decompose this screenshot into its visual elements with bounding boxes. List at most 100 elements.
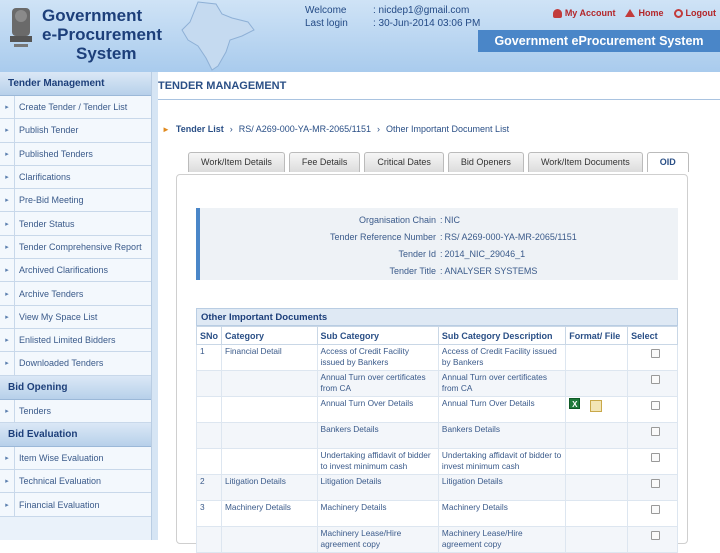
cell-select (627, 474, 678, 501)
select-checkbox[interactable] (651, 479, 661, 488)
table-row: 1 Financial Detail Access of Credit Facili… (196, 344, 678, 371)
cell-cat (221, 448, 318, 475)
home-label: Home (638, 8, 664, 18)
breadcrumb-root[interactable]: Tender List (176, 124, 224, 134)
info-label: Tender Id (398, 248, 436, 259)
select-checkbox[interactable] (651, 505, 661, 514)
logout-link[interactable]: Logout (673, 8, 716, 18)
tab-bid-openers[interactable]: Bid Openers (447, 152, 524, 172)
cell-sub: Annual Turn over certificates from CA (316, 370, 439, 397)
sidebar-item[interactable]: ▸ Publish Tender (0, 119, 151, 143)
my-account-label: My Account (564, 8, 616, 18)
signature-icon[interactable] (590, 400, 603, 412)
sidebar-arrow-icon: ▸ (5, 455, 9, 462)
sidebar-arrow-icon: ▸ (5, 174, 9, 182)
tab-work-item-details[interactable]: Work/Item Details (188, 152, 285, 172)
cell-file (565, 474, 629, 501)
select-checkbox[interactable] (651, 531, 661, 540)
my-account-link[interactable]: My Account (552, 8, 616, 18)
cell-sub: Bankers Details (316, 422, 439, 449)
cell-cat: Litigation Details (221, 474, 318, 501)
select-checkbox[interactable] (651, 453, 661, 462)
cell-sno (196, 370, 222, 397)
sidebar-item[interactable]: ▸ Item Wise Evaluation (0, 446, 151, 471)
sidebar-item[interactable]: ▸ Archived Clarifications (0, 259, 151, 283)
sidebar-item[interactable]: ▸ Clarifications (0, 165, 151, 190)
oid-title: Other Important Documents (196, 308, 678, 326)
info-label: Tender Reference Number (329, 231, 436, 242)
sidebar-item-label: Publish Tender (14, 119, 78, 142)
select-checkbox[interactable] (651, 427, 661, 436)
user-icon (552, 8, 562, 18)
column-header: Sub Category Description (437, 326, 567, 345)
logo-line-1: Government (42, 6, 143, 25)
site-logo[interactable]: Government e-Procurement System (42, 6, 162, 63)
tab-bar: Work/Item Details Fee Details Critical Dat… (188, 152, 689, 172)
select-checkbox[interactable] (651, 401, 661, 410)
tab-oid[interactable]: OID (646, 152, 689, 172)
select-checkbox[interactable] (651, 375, 661, 384)
sidebar: Tender Management ▸ Create Tender / Tender… (0, 72, 152, 540)
cell-select (627, 422, 678, 449)
table-row: Annual Turn over certificates from CA Ann… (196, 370, 678, 397)
column-header: Category (221, 326, 318, 345)
cell-cat: Machinery Details (221, 500, 318, 527)
tab-critical-dates[interactable]: Critical Dates (364, 152, 444, 172)
sidebar-item-label: Published Tenders (14, 142, 93, 165)
cell-desc: Undertaking affidavit of bidder to inves… (437, 448, 567, 475)
cell-cat (221, 396, 318, 423)
sidebar-item[interactable]: ▸ Tender Comprehensive Report (0, 235, 151, 260)
breadcrumb-ref[interactable]: RS/ A269-000-YA-MR-2065/1151 (239, 124, 371, 134)
sidebar-item-label: Tender Comprehensive Report (14, 235, 142, 259)
info-value: 2014_NIC_29046_1 (444, 248, 526, 259)
table-row: Annual Turn Over Details Annual Turn Over… (196, 396, 678, 423)
sidebar-item[interactable]: ▸ Tender Status (0, 212, 151, 236)
select-checkbox[interactable] (651, 349, 661, 358)
info-row: Organisation Chain: NIC (200, 211, 678, 228)
oid-section: Other Important Documents SNo Category Sub… (196, 308, 678, 553)
table-row: Bankers Details Bankers Details (196, 422, 678, 449)
system-banner: Government eProcurement System (478, 30, 720, 52)
sidebar-item[interactable]: ▸ Enlisted Limited Bidders (0, 328, 151, 353)
sidebar-item[interactable]: ▸ Tenders (0, 399, 151, 423)
sidebar-arrow-icon: ▸ (5, 127, 9, 135)
sidebar-item[interactable]: ▸ Technical Evaluation (0, 470, 151, 494)
sidebar-item[interactable]: ▸ Pre-Bid Meeting (0, 189, 151, 213)
tab-work-item-documents[interactable]: Work/Item Documents (527, 152, 643, 172)
table-row: 3 Machinery Details Machinery Details Machi… (196, 500, 678, 527)
cell-desc: Bankers Details (437, 422, 567, 449)
sidebar-section-title[interactable]: Tender Management (0, 72, 151, 96)
tab-fee-details[interactable]: Fee Details (288, 152, 361, 172)
excel-file-icon[interactable]: X (569, 398, 581, 409)
cell-sno (196, 396, 222, 423)
sidebar-item-label: Technical Evaluation (14, 470, 101, 493)
sidebar-item[interactable]: ▸ Published Tenders (0, 142, 151, 166)
sidebar-item[interactable]: ▸ Financial Evaluation (0, 493, 151, 517)
sidebar-item-label: Item Wise Evaluation (14, 446, 104, 470)
table-row: 2 Litigation Details Litigation Details Lit… (196, 474, 678, 501)
sidebar-item-label: Pre-Bid Meeting (14, 189, 84, 212)
sidebar-item[interactable]: ▸ View My Space List (0, 305, 151, 329)
cell-sub: Access of Credit Facility issued by Bank… (316, 344, 439, 371)
page-title: TENDER MANAGEMENT (158, 72, 720, 100)
welcome-label: Welcome (305, 5, 347, 16)
logo-line-3: System (76, 44, 137, 63)
sidebar-item[interactable]: ▸ Create Tender / Tender List (0, 96, 151, 120)
sidebar-section-title[interactable]: Bid Opening (0, 375, 151, 400)
sidebar-item-label: Tender Status (14, 212, 75, 235)
column-header: Sub Category (316, 326, 439, 345)
sidebar-item[interactable]: ▸ Archive Tenders (0, 282, 151, 306)
sidebar-arrow-icon: ▸ (5, 197, 9, 205)
home-link[interactable]: Home (625, 8, 664, 18)
sidebar-item-label: Financial Evaluation (14, 493, 100, 516)
sidebar-item[interactable]: ▸ Downloaded Tenders (0, 352, 151, 376)
cell-cat: Financial Detail (221, 344, 318, 371)
breadcrumb-sep-icon: › (229, 124, 233, 134)
cell-select (627, 396, 678, 423)
cell-sub: Undertaking affidavit of bidder to inves… (316, 448, 439, 475)
national-emblem-icon (10, 8, 32, 47)
cell-file (565, 370, 629, 397)
cell-sub: Annual Turn Over Details (316, 396, 439, 423)
sidebar-section-title[interactable]: Bid Evaluation (0, 422, 151, 447)
home-icon (625, 9, 636, 17)
